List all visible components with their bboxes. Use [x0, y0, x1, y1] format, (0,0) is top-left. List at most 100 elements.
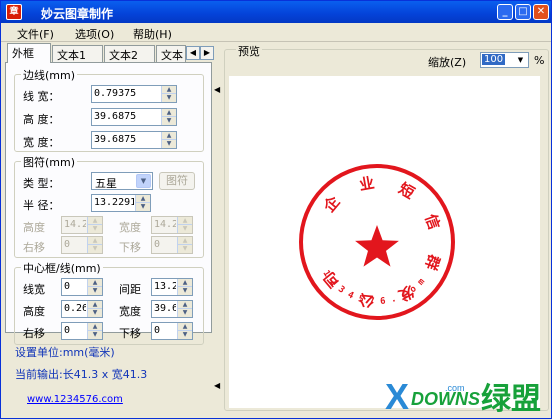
- center-height-label: 高度: [23, 305, 45, 318]
- collapse-left-icon[interactable]: ◀: [214, 85, 220, 94]
- center-down-spinner[interactable]: 0 ▲ ▼: [151, 322, 193, 340]
- border-width-label: 宽 度：: [23, 136, 60, 149]
- stamp-bottom-char: .: [390, 294, 398, 305]
- spinner-arrows-icon[interactable]: ▲ ▼: [87, 217, 102, 233]
- symbol-right-label: 右移: [23, 241, 45, 254]
- menu-bar: 文件(F) 选项(O) 帮助(H): [1, 23, 551, 42]
- symbol-type-label: 类 型：: [23, 177, 60, 190]
- main-window: 章 妙云图章制作 _ □ ✕ 文件(F) 选项(O) 帮助(H) 外框 文本1 …: [0, 0, 552, 419]
- line-width-label: 线 宽：: [23, 90, 60, 103]
- spinner-arrows-icon[interactable]: ▲ ▼: [87, 323, 102, 339]
- symbol-picker-button[interactable]: 图符: [159, 172, 195, 190]
- stamp-char: 信: [421, 212, 443, 232]
- close-button[interactable]: ✕: [533, 4, 549, 20]
- center-spacing-label: 间距: [119, 283, 141, 296]
- preview-title: 预览: [236, 43, 262, 59]
- line-width-spinner[interactable]: 0.79375 ▲ ▼: [91, 85, 177, 103]
- spinner-arrows-icon[interactable]: ▲ ▼: [177, 301, 192, 317]
- watermark-cn: 绿盟: [481, 382, 541, 417]
- center-group-title: 中心框/线(mm): [21, 260, 103, 276]
- symbol-type-select[interactable]: 五星 ▼: [91, 172, 153, 190]
- menu-file[interactable]: 文件(F): [17, 26, 54, 42]
- output-size-text: 当前输出:长41.3 x 宽41.3: [15, 368, 148, 381]
- center-spacing-spinner[interactable]: 13.2 ▲ ▼: [151, 278, 193, 296]
- zoom-label: 缩放(Z): [428, 56, 467, 69]
- spinner-arrows-icon[interactable]: ▲ ▼: [177, 237, 192, 253]
- spinner-arrows-icon[interactable]: ▲ ▼: [161, 109, 176, 125]
- title-bar[interactable]: 章 妙云图章制作 _ □ ✕: [1, 1, 551, 23]
- stamp-char: 企: [319, 192, 344, 217]
- collapse-left-icon-bottom[interactable]: ◀: [214, 381, 220, 390]
- center-width-label: 宽度: [119, 305, 141, 318]
- stamp-star: [355, 225, 399, 267]
- chevron-down-icon[interactable]: ▼: [136, 174, 151, 188]
- tab-outer-frame[interactable]: 外框: [7, 43, 51, 63]
- watermark-logo: X DOWNS .com 绿盟: [381, 371, 551, 417]
- symbol-down-spinner[interactable]: 0 ▲ ▼: [151, 236, 193, 254]
- maximize-button[interactable]: □: [515, 4, 531, 20]
- border-height-spinner[interactable]: 39.6875 ▲ ▼: [91, 108, 177, 126]
- tab-scroll-right-icon[interactable]: ▶: [200, 46, 214, 60]
- stamp-bottom-char: m: [416, 276, 427, 287]
- border-group: 边线(mm) 线 宽： 0.79375 ▲ ▼ 高 度： 39.6875 ▲ ▼ 宽…: [14, 67, 204, 152]
- website-link[interactable]: www.1234576.com: [27, 394, 123, 405]
- preview-canvas: 企业短信群发公司1234576.com: [229, 76, 540, 408]
- spinner-arrows-icon[interactable]: ▲ ▼: [161, 132, 176, 148]
- center-right-spinner[interactable]: 0 ▲ ▼: [61, 322, 103, 340]
- stamp-bottom-char: 6: [380, 296, 386, 306]
- spinner-arrows-icon[interactable]: ▲ ▼: [177, 217, 192, 233]
- symbol-group: 图符(mm) 类 型： 五星 ▼ 图符 半 径： 13.2291 ▲ ▼ 高度 1…: [14, 154, 204, 258]
- preview-group: 企业短信群发公司1234576.com: [224, 49, 549, 411]
- tab-text2[interactable]: 文本2: [104, 45, 155, 62]
- center-group: 中心框/线(mm) 线宽 0 ▲ ▼ 间距 13.2 ▲ ▼ 高度 0.26 ▲ ▼ …: [14, 260, 204, 345]
- stamp-char: 短: [395, 179, 417, 202]
- spinner-arrows-icon[interactable]: ▲ ▼: [87, 279, 102, 295]
- unit-info-text: 设置单位:mm(毫米): [15, 346, 115, 359]
- menu-help[interactable]: 帮助(H): [133, 26, 172, 42]
- settings-pane: 外框 文本1 文本2 文本 ◀ ▶ 边线(mm) 线 宽： 0.79375 ▲ ▼…: [5, 43, 214, 413]
- spinner-arrows-icon[interactable]: ▲ ▼: [87, 237, 102, 253]
- stamp-char: 群: [421, 252, 443, 272]
- stamp-char: 业: [358, 174, 376, 194]
- symbol-width-spinner[interactable]: 14.2 ▲ ▼: [151, 216, 193, 234]
- spinner-arrows-icon[interactable]: ▲ ▼: [177, 323, 192, 339]
- chevron-down-icon[interactable]: ▼: [514, 54, 527, 66]
- border-width-spinner[interactable]: 39.6875 ▲ ▼: [91, 131, 177, 149]
- center-width-spinner[interactable]: 39.6 ▲ ▼: [151, 300, 193, 318]
- preview-pane: 预览 缩放(Z) 100 ▼ % 企业短信群发公司1234576.com: [224, 43, 549, 413]
- symbol-width-label: 宽度: [119, 221, 141, 234]
- spinner-arrows-icon[interactable]: ▲ ▼: [87, 301, 102, 317]
- menu-options[interactable]: 选项(O): [75, 26, 114, 42]
- window-title: 妙云图章制作: [41, 7, 114, 21]
- watermark-svg: X DOWNS .com 绿盟: [385, 376, 541, 417]
- tab-scroll-left-icon[interactable]: ◀: [186, 46, 200, 60]
- zoom-percent: %: [534, 54, 545, 67]
- center-height-spinner[interactable]: 0.26 ▲ ▼: [61, 300, 103, 318]
- symbol-radius-spinner[interactable]: 13.2291 ▲ ▼: [91, 194, 151, 212]
- tab-text1[interactable]: 文本1: [52, 45, 103, 62]
- minimize-button[interactable]: _: [497, 4, 513, 20]
- spinner-arrows-icon[interactable]: ▲ ▼: [135, 195, 150, 211]
- symbol-down-label: 下移: [119, 241, 141, 254]
- stamp: 企业 短信群发公司1234 5 7 6. com: [299, 164, 455, 320]
- symbol-right-spinner[interactable]: 0 ▲ ▼: [61, 236, 103, 254]
- symbol-height-spinner[interactable]: 14.2 ▲ ▼: [61, 216, 103, 234]
- tab-strip: 外框 文本1 文本2 文本 ◀ ▶: [5, 43, 214, 63]
- pane-splitter[interactable]: ◀ ◀: [214, 43, 222, 413]
- tab-panel-outer-frame: 边线(mm) 线 宽： 0.79375 ▲ ▼ 高 度： 39.6875 ▲ ▼ 宽…: [5, 62, 212, 345]
- center-down-label: 下移: [119, 327, 141, 340]
- spinner-arrows-icon[interactable]: ▲ ▼: [177, 279, 192, 295]
- spinner-arrows-icon[interactable]: ▲ ▼: [161, 86, 176, 102]
- symbol-radius-label: 半 径：: [23, 199, 60, 212]
- stamp-preview: 企业 短信群发公司1234 5 7 6. com: [299, 164, 455, 320]
- border-height-label: 高 度：: [23, 113, 60, 126]
- stamp-bottom-char: 7: [369, 297, 375, 307]
- symbol-group-title: 图符(mm): [21, 154, 78, 170]
- tab-text3[interactable]: 文本: [156, 45, 186, 62]
- center-line-width-spinner[interactable]: 0 ▲ ▼: [61, 278, 103, 296]
- border-group-title: 边线(mm): [21, 67, 78, 83]
- center-right-label: 右移: [23, 327, 45, 340]
- app-icon: 章: [6, 4, 22, 20]
- zoom-select[interactable]: 100 ▼: [480, 52, 529, 68]
- stamp-bottom-char: 4: [346, 290, 356, 302]
